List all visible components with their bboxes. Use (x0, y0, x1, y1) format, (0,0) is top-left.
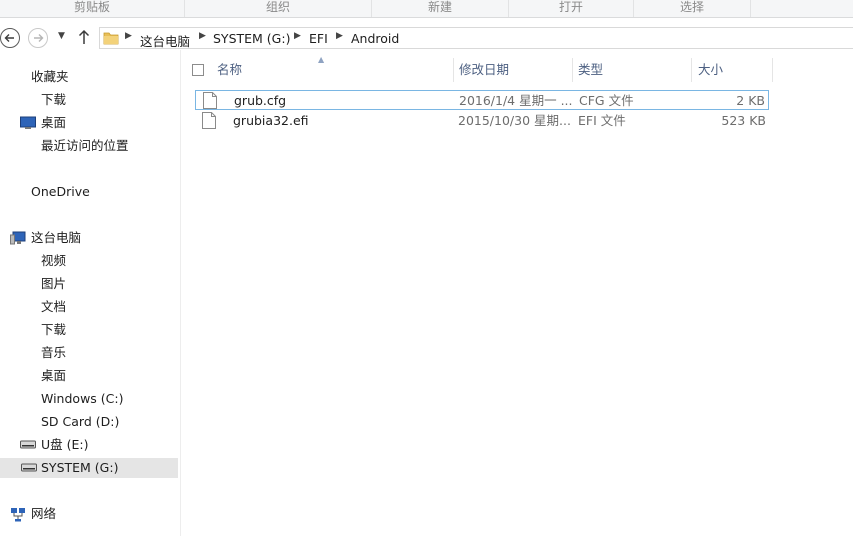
address-bar[interactable]: ▶ 这台电脑 ▶ SYSTEM (G:) ▶ EFI ▶ Android (99, 27, 853, 49)
breadcrumb-separator-icon: ▶ (294, 31, 301, 41)
sidebar-header-favorites[interactable]: 收藏夹 (31, 67, 69, 87)
up-arrow-icon[interactable] (78, 29, 90, 45)
select-all-checkbox[interactable] (192, 64, 204, 76)
sidebar-item-network[interactable]: 网络 (10, 504, 180, 524)
file-date: 2015/10/30 星期... (458, 113, 571, 128)
drive-icon (21, 463, 37, 472)
ribbon-group-open[interactable]: 打开 (509, 0, 634, 17)
ribbon-group-organize[interactable]: 组织 (185, 0, 372, 17)
column-divider[interactable] (772, 58, 773, 82)
file-name: grubia32.efi (233, 113, 309, 128)
ribbon-group-new[interactable]: 新建 (372, 0, 509, 17)
breadcrumb-separator-icon: ▶ (199, 31, 206, 41)
computer-icon (10, 231, 26, 245)
network-icon (11, 508, 25, 522)
sidebar-item-pictures[interactable]: 图片 (41, 274, 66, 294)
sidebar-item-windows-drive[interactable]: Windows (C:) (41, 389, 123, 409)
column-header-type[interactable]: 类型 (578, 60, 603, 80)
breadcrumb-system-drive[interactable]: SYSTEM (G:) (213, 31, 290, 46)
file-name: grub.cfg (234, 93, 287, 108)
ribbon-group-clipboard[interactable]: 剪贴板 (0, 0, 185, 17)
sidebar-item-label: 这台电脑 (31, 230, 82, 245)
column-divider[interactable] (572, 58, 573, 82)
sidebar-item-label: SYSTEM (G:) (41, 460, 119, 475)
sidebar-item-onedrive[interactable]: OneDrive (31, 182, 90, 202)
sidebar-item-music[interactable]: 音乐 (41, 343, 66, 363)
file-list: ▲ 名称 修改日期 类型 大小 grub.cfg 2016/1/4 星期一 ..… (181, 50, 853, 536)
file-type: CFG 文件 (579, 93, 634, 108)
drive-icon (20, 440, 36, 449)
ribbon-group-select[interactable]: 选择 (634, 0, 751, 17)
file-size: 2 KB (736, 93, 765, 108)
column-divider[interactable] (453, 58, 454, 82)
breadcrumb-android[interactable]: Android (351, 31, 399, 46)
column-header-date[interactable]: 修改日期 (459, 60, 509, 80)
table-row[interactable]: grub.cfg 2016/1/4 星期一 ... CFG 文件 2 KB (195, 90, 769, 110)
back-arrow-icon (4, 34, 14, 42)
sidebar-header-this-pc[interactable]: 这台电脑 (10, 228, 180, 248)
sidebar-item-label: U盘 (E:) (41, 437, 89, 452)
sidebar-item-usb-drive[interactable]: U盘 (E:) (20, 435, 180, 455)
navigation-bar: ▼ ▶ 这台电脑 ▶ SYSTEM (G:) ▶ EFI ▶ Android (0, 26, 853, 50)
breadcrumb-this-pc[interactable]: 这台电脑 (140, 31, 190, 50)
sidebar-item-downloads[interactable]: 下载 (41, 320, 66, 340)
column-divider[interactable] (691, 58, 692, 82)
breadcrumb-efi[interactable]: EFI (309, 31, 328, 46)
file-type: EFI 文件 (578, 113, 626, 128)
table-row[interactable]: grubia32.efi 2015/10/30 星期... EFI 文件 523… (195, 111, 769, 131)
sidebar-item-videos[interactable]: 视频 (41, 251, 66, 271)
forward-button[interactable] (28, 28, 48, 48)
file-icon (202, 112, 216, 129)
file-size: 523 KB (721, 113, 766, 128)
sidebar-item-label: 桌面 (41, 115, 67, 130)
sidebar-item-downloads[interactable]: 下载 (41, 90, 66, 110)
column-header-size[interactable]: 大小 (698, 60, 723, 80)
sidebar-item-label: 网络 (31, 506, 57, 521)
sidebar-item-system-drive[interactable]: SYSTEM (G:) (0, 458, 178, 478)
back-button[interactable] (0, 28, 20, 48)
sidebar-item-recent-places[interactable]: 最近访问的位置 (41, 136, 129, 156)
sidebar-item-documents[interactable]: 文档 (41, 297, 66, 317)
sidebar-item-sd-card[interactable]: SD Card (D:) (41, 412, 119, 432)
forward-arrow-icon (34, 34, 44, 42)
folder-icon (103, 32, 119, 45)
column-header-name[interactable]: 名称 (217, 60, 242, 80)
breadcrumb-separator-icon: ▶ (336, 31, 343, 41)
file-icon (203, 92, 217, 109)
sort-ascending-icon: ▲ (318, 55, 325, 64)
navigation-pane: 收藏夹 下载 桌面 最近访问的位置 OneDrive 这台电脑 视频 图片 文档… (0, 60, 180, 536)
chevron-down-icon[interactable]: ▼ (58, 31, 65, 41)
sidebar-item-desktop[interactable]: 桌面 (20, 113, 180, 133)
ribbon: 剪贴板 组织 新建 打开 选择 (0, 0, 853, 18)
desktop-icon (20, 116, 36, 129)
file-date: 2016/1/4 星期一 ... (459, 93, 573, 108)
breadcrumb-separator-icon: ▶ (125, 31, 132, 41)
sidebar-item-desktop[interactable]: 桌面 (41, 366, 66, 386)
